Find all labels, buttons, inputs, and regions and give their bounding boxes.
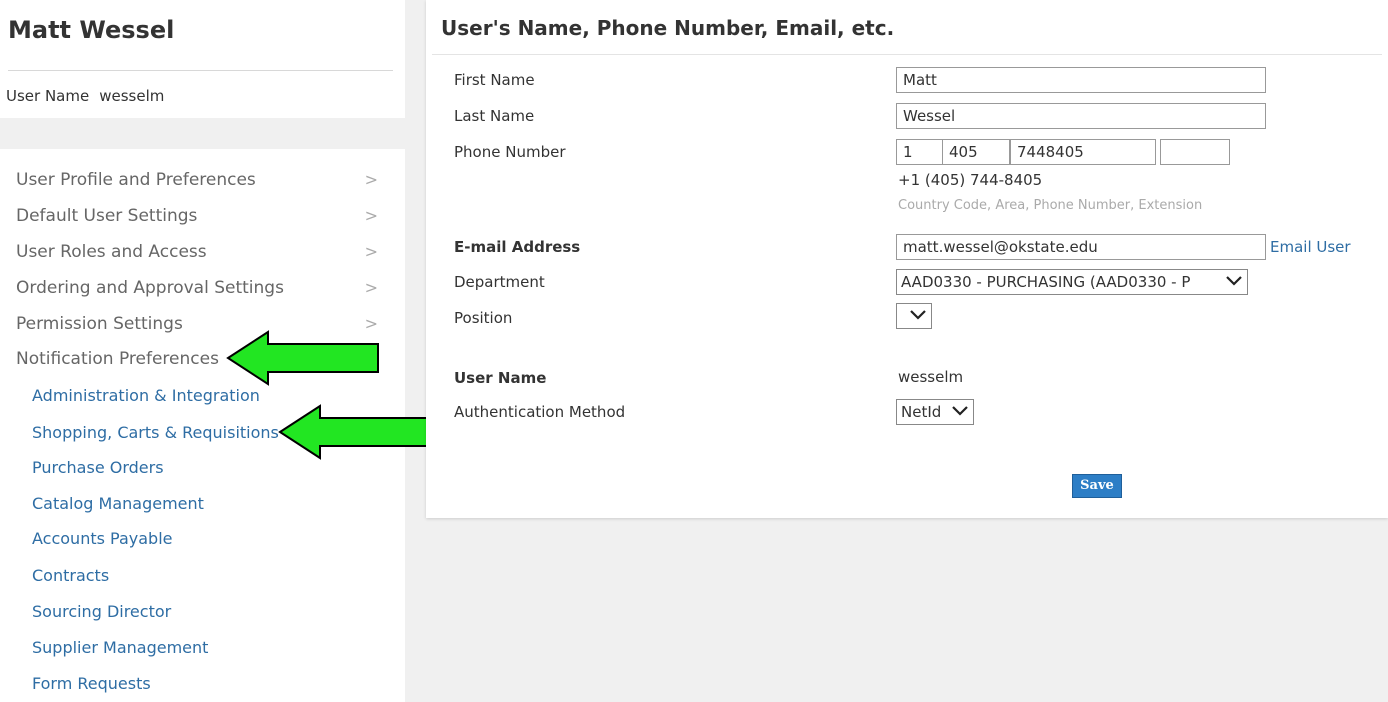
- sidebar-username: User Name wesselm: [6, 87, 164, 105]
- divider: [432, 54, 1382, 55]
- chevron-right-icon: >: [364, 278, 378, 297]
- sidebar-item-label: Ordering and Approval Settings: [16, 278, 284, 298]
- auth-method-select[interactable]: NetId: [896, 399, 974, 425]
- last-name-field[interactable]: Wessel: [896, 103, 1266, 129]
- position-label: Position: [454, 309, 513, 327]
- sidebar-item-roles-access[interactable]: User Roles and Access >: [16, 237, 388, 267]
- phone-number-field[interactable]: 7448405: [1010, 139, 1156, 165]
- email-field[interactable]: matt.wessel@okstate.edu: [896, 234, 1266, 260]
- sub-item-catalog-management[interactable]: Catalog Management: [32, 489, 204, 519]
- auth-method-select-value: NetId: [901, 403, 942, 421]
- sub-item-contracts[interactable]: Contracts: [32, 561, 109, 591]
- sidebar-item-label: User Roles and Access: [16, 242, 207, 262]
- username-value: wesselm: [898, 368, 964, 386]
- sub-item-accounts-payable[interactable]: Accounts Payable: [32, 524, 172, 554]
- department-select[interactable]: AAD0330 - PURCHASING (AAD0330 - P: [896, 269, 1248, 295]
- phone-country-field[interactable]: 1: [896, 139, 944, 165]
- sidebar-item-user-profile[interactable]: User Profile and Preferences >: [16, 165, 388, 195]
- sub-item-purchase-orders[interactable]: Purchase Orders: [32, 453, 164, 483]
- last-name-label: Last Name: [454, 107, 535, 125]
- phone-label: Phone Number: [454, 143, 566, 161]
- email-label: E-mail Address: [454, 238, 581, 256]
- sidebar-item-ordering-approval[interactable]: Ordering and Approval Settings >: [16, 273, 388, 303]
- chevron-down-icon: [910, 310, 926, 320]
- chevron-right-icon: >: [364, 206, 378, 225]
- phone-formatted: +1 (405) 744-8405: [898, 171, 1043, 189]
- sub-item-supplier-management[interactable]: Supplier Management: [32, 633, 208, 663]
- chevron-right-icon: >: [364, 170, 378, 189]
- sub-item-sourcing-director[interactable]: Sourcing Director: [32, 597, 171, 627]
- save-button[interactable]: Save: [1072, 474, 1122, 498]
- first-name-label: First Name: [454, 71, 535, 89]
- email-user-link[interactable]: Email User: [1270, 238, 1351, 256]
- sidebar-username-value: wesselm: [99, 87, 165, 105]
- sidebar-item-label: Default User Settings: [16, 206, 198, 226]
- auth-method-label: Authentication Method: [454, 403, 626, 421]
- phone-hint: Country Code, Area, Phone Number, Extens…: [898, 198, 1203, 213]
- panel-title: User's Name, Phone Number, Email, etc.: [441, 16, 895, 40]
- annotation-arrow-icon: [226, 330, 379, 386]
- chevron-down-icon: [1226, 276, 1242, 286]
- sub-item-form-requests[interactable]: Form Requests: [32, 669, 151, 699]
- chevron-down-icon: [952, 406, 968, 416]
- sidebar-username-label: User Name: [6, 87, 90, 105]
- annotation-arrow-icon: [278, 404, 429, 460]
- user-title: Matt Wessel: [8, 16, 175, 44]
- department-select-value: AAD0330 - PURCHASING (AAD0330 - P: [901, 273, 1191, 291]
- phone-area-field[interactable]: 405: [942, 139, 1010, 165]
- department-label: Department: [454, 273, 545, 291]
- sidebar-item-default-settings[interactable]: Default User Settings >: [16, 201, 388, 231]
- position-select[interactable]: [896, 303, 932, 329]
- chevron-right-icon: >: [364, 242, 378, 261]
- sidebar-item-label: Permission Settings: [16, 314, 183, 334]
- phone-extension-field[interactable]: [1160, 139, 1230, 165]
- first-name-field[interactable]: Matt: [896, 67, 1266, 93]
- sidebar-item-label: User Profile and Preferences: [16, 170, 256, 190]
- sidebar-item-label: Notification Preferences: [16, 349, 219, 369]
- username-label: User Name: [454, 369, 547, 387]
- sub-item-shopping-carts-requisitions[interactable]: Shopping, Carts & Requisitions: [32, 418, 279, 448]
- divider: [8, 70, 393, 71]
